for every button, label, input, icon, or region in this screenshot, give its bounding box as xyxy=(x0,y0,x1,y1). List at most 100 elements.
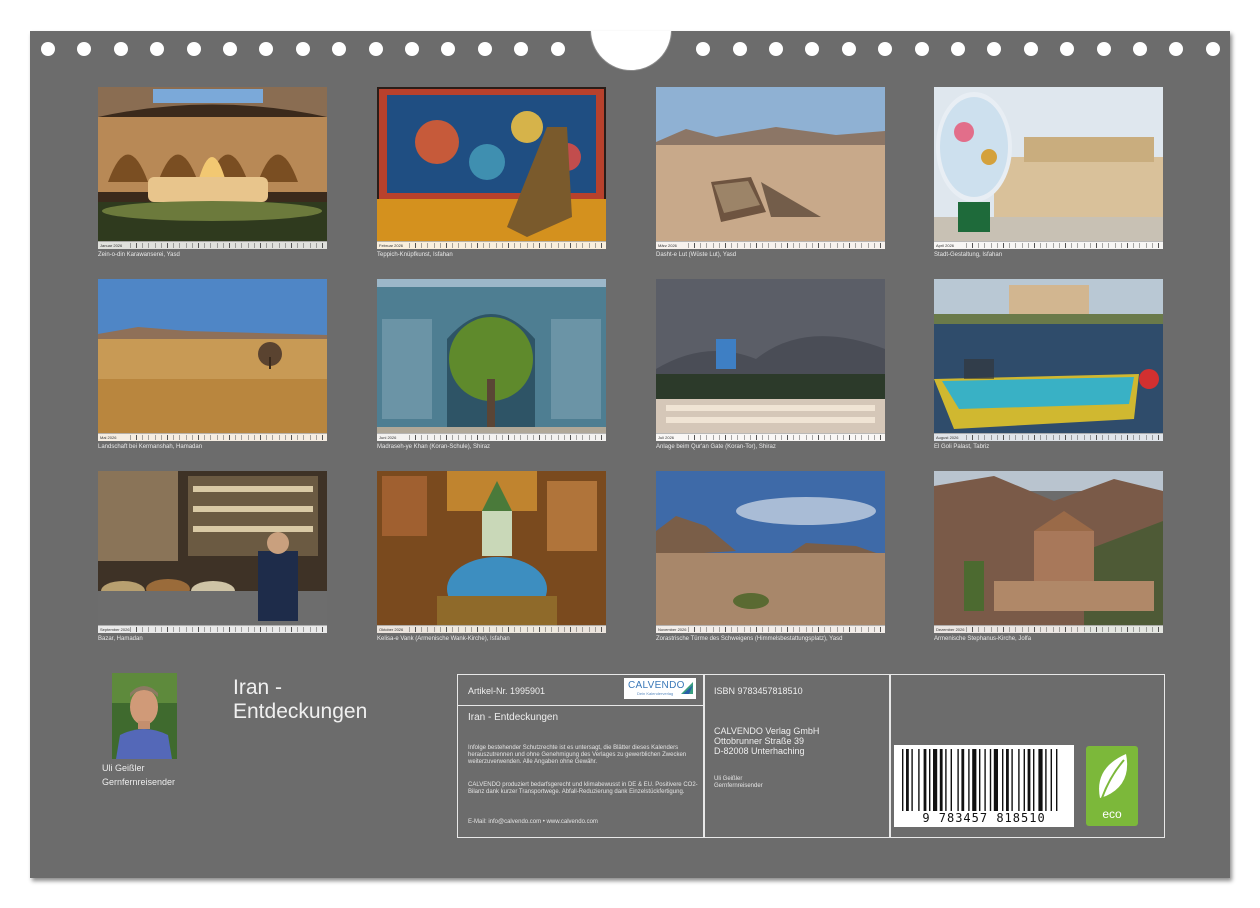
barcode-bar xyxy=(1045,749,1047,811)
contact-line: E-Mail: info@calvendo.com • www.calvendo… xyxy=(468,819,598,825)
binding-hole xyxy=(441,42,456,56)
month-tile-june[interactable]: Juni 2026 Madraseh-ye Khan (Koran-Schule… xyxy=(377,279,606,450)
photo-caption: Stadt-Gestaltung, Isfahan xyxy=(934,252,1003,258)
month-tile-march[interactable]: März 2026 Dasht-e Lut (Wüste Lut), Yasd xyxy=(656,87,885,258)
photo-landscape-kermanshah: Mai 2026 xyxy=(98,279,327,441)
calvendo-mark-icon xyxy=(681,682,693,694)
publisher-street: Ottobrunner Straße 39 xyxy=(714,736,805,746)
barcode-bar xyxy=(950,749,952,811)
binding-hole xyxy=(951,42,965,56)
leaf-icon xyxy=(1099,754,1128,799)
barcode-bar xyxy=(989,749,992,811)
barcode-bar xyxy=(902,749,904,811)
barcode-bar xyxy=(939,749,943,811)
author-name: Uli Geißler xyxy=(102,763,145,773)
barcode-bar xyxy=(1038,749,1043,811)
barcode-bar xyxy=(911,749,913,811)
calendar-title-line-2: Entdeckungen xyxy=(233,700,368,723)
month-tile-october[interactable]: Oktober 2026 Kelisa-e Vank (Armenische W… xyxy=(377,471,606,642)
binding-hole xyxy=(295,42,310,56)
photo-caption: Armenische Stephanus-Kirche, Jolfa xyxy=(934,636,1032,642)
photo-caravanserai: Januar 2026 xyxy=(98,87,327,249)
photo-caption: Teppich-Knüpfkunst, Isfahan xyxy=(377,252,453,258)
photo-caption: Anlage beim Qur'an Gate (Koran-Tor), Shi… xyxy=(656,444,776,450)
barcode-bar xyxy=(918,749,920,811)
month-tile-july[interactable]: Juli 2026 Anlage beim Qur'an Gate (Koran… xyxy=(656,279,885,450)
author-photo xyxy=(112,673,177,759)
hanger-hole xyxy=(590,31,672,71)
photo-towers-of-silence: November 2026 xyxy=(656,471,885,633)
barcode-bar xyxy=(1011,749,1013,811)
photo-caption: Landschaft bei Kermanshah, Hamadan xyxy=(98,444,203,450)
barcode-bar xyxy=(1033,749,1035,811)
calvendo-logo: CALVENDO Dein Kalenderverlag xyxy=(624,678,696,699)
barcode-bar xyxy=(979,749,981,811)
barcode-bar xyxy=(1023,749,1025,811)
binding-hole xyxy=(332,42,347,56)
barcode-digits: 9 783457 818510 xyxy=(922,811,1046,825)
photo-caption: Dasht-e Lut (Wüste Lut), Yasd xyxy=(656,252,737,258)
binding-hole xyxy=(841,42,856,56)
calendar-back-page: Januar 2026 Zein-o-din Karawanserei, Yas… xyxy=(30,31,1230,878)
legal-notice: Infolge bestehender Schutzrechte ist es … xyxy=(468,745,687,765)
barcode-bar xyxy=(923,749,927,811)
binding-hole xyxy=(1023,42,1038,56)
photo-carpet: Februar 2026 xyxy=(377,87,606,249)
binding-hole xyxy=(1205,42,1220,56)
photo-vank-church: Oktober 2026 xyxy=(377,471,606,633)
production-notice: CALVENDO produziert bedarfsgerecht und k… xyxy=(468,782,698,795)
barcode-bar xyxy=(1006,749,1009,811)
binding-hole xyxy=(368,42,383,56)
author-role: Gernfernreisender xyxy=(102,777,176,787)
photo-caption: Madraseh-ye Khan (Koran-Schule), Shiraz xyxy=(377,444,491,450)
photo-caption: Kelisa-e Vank (Armenische Wank-Kirche), … xyxy=(377,636,510,642)
photo-stephanus-church: Dezember 2026 xyxy=(934,471,1163,633)
info-calendar-title: Iran - Entdeckungen xyxy=(468,712,559,723)
barcode-bar xyxy=(1056,749,1058,811)
barcode-bar xyxy=(1002,749,1004,811)
eco-badge: eco xyxy=(1086,746,1138,826)
barcode-bar xyxy=(906,749,909,811)
author-small-role: Gernfernreisender xyxy=(714,783,763,789)
photo-caption: Zein-o-din Karawanserei, Yasd xyxy=(98,252,180,258)
barcode-bar xyxy=(961,749,965,811)
binding-hole xyxy=(878,42,893,56)
info-middle-column xyxy=(704,674,890,838)
month-tile-february[interactable]: Februar 2026 Teppich-Knüpfkunst, Isfahan xyxy=(377,87,606,258)
binding-hole xyxy=(150,42,165,56)
month-tile-august[interactable]: August 2026 El Goli Palast, Tabriz xyxy=(934,279,1163,450)
month-tile-november[interactable]: November 2026 Zorastrische Türme des Sch… xyxy=(656,471,885,642)
isbn-barcode: 9 783457 818510 xyxy=(894,745,1074,827)
barcode-bars xyxy=(902,749,1058,811)
binding-hole xyxy=(77,42,92,56)
month-tile-may[interactable]: Mai 2026 Landschaft bei Kermanshah, Hama… xyxy=(98,279,327,450)
binding-hole xyxy=(1169,42,1184,56)
author-small: Uli Geißler xyxy=(714,776,743,782)
barcode-bar xyxy=(993,749,998,811)
calendar-title-line-1: Iran - xyxy=(233,676,283,699)
binding-hole xyxy=(914,42,929,56)
isbn: ISBN 9783457818510 xyxy=(714,686,803,696)
binding-hole xyxy=(259,42,274,56)
publisher-info-box: Artikel-Nr. 1995901 CALVENDO Dein Kalend… xyxy=(457,674,1165,838)
barcode-bar xyxy=(957,749,959,811)
photo-desert-lut: März 2026 xyxy=(656,87,885,249)
month-tile-january[interactable]: Januar 2026 Zein-o-din Karawanserei, Yas… xyxy=(98,87,327,258)
barcode-bar xyxy=(968,749,970,811)
binding-hole xyxy=(41,42,55,56)
eco-label: eco xyxy=(1102,807,1122,821)
month-tile-september[interactable]: September 2026 Bazar, Hamadan xyxy=(98,471,327,642)
binding-hole xyxy=(1133,42,1147,56)
month-tile-december[interactable]: Dezember 2026 Armenische Stephanus-Kirch… xyxy=(934,471,1163,642)
barcode-bar xyxy=(972,749,977,811)
barcode-bar xyxy=(1027,749,1031,811)
photo-caption: Bazar, Hamadan xyxy=(98,636,143,642)
binding-hole xyxy=(550,42,565,56)
barcode-bar xyxy=(984,749,986,811)
binding-hole xyxy=(769,42,783,56)
binding-hole xyxy=(113,42,128,56)
barcode-bar xyxy=(1018,749,1020,811)
photo-caption: Zorastrische Türme des Schweigens (Himme… xyxy=(656,636,843,642)
barcode-bar xyxy=(945,749,947,811)
month-tile-april[interactable]: April 2026 Stadt-Gestaltung, Isfahan xyxy=(934,87,1163,258)
